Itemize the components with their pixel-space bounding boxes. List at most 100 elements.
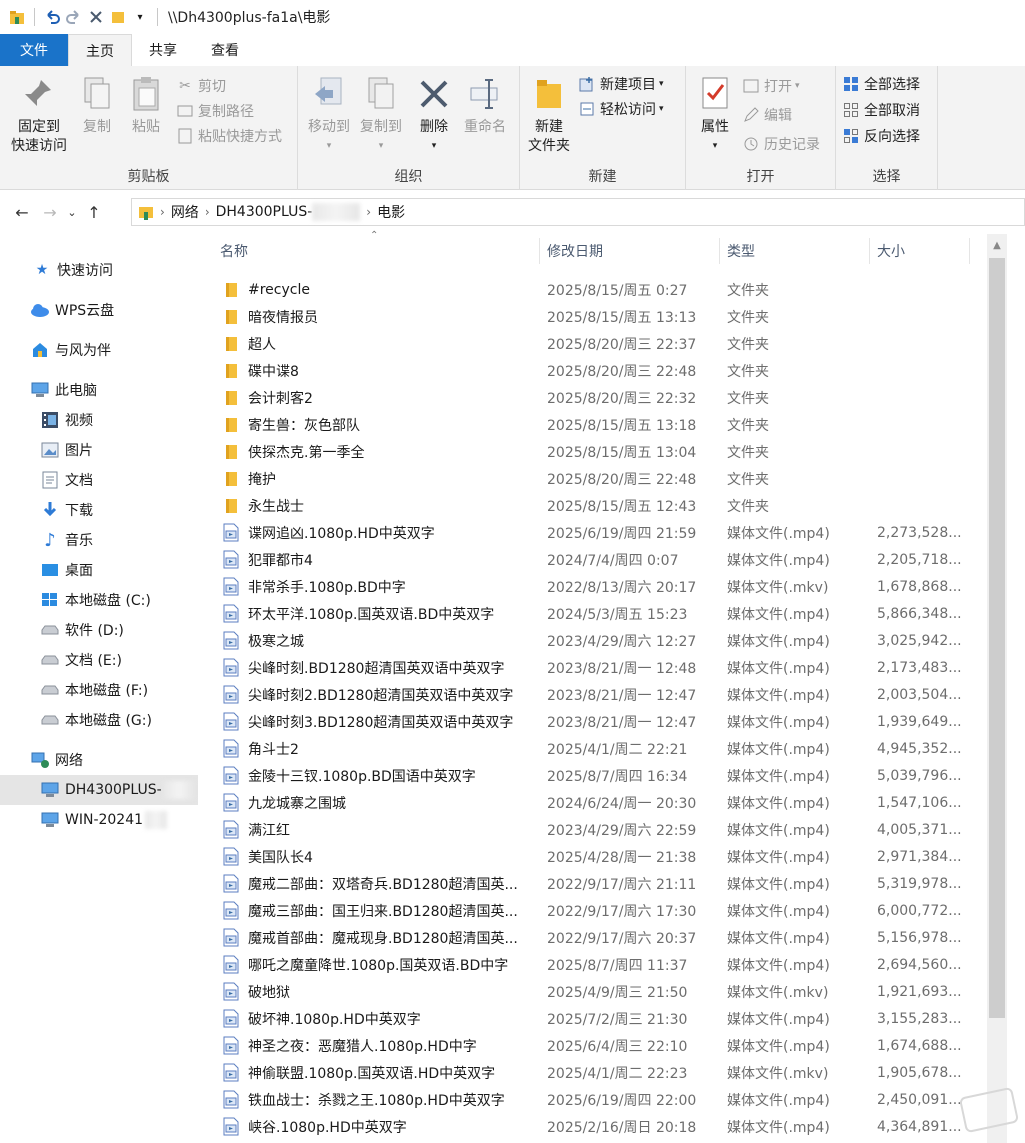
nav-network-dh4300plus[interactable]: DH4300PLUS- [0, 775, 198, 805]
breadcrumb-chevron-icon[interactable]: › [160, 205, 165, 219]
back-arrow-icon[interactable]: ← [8, 203, 36, 222]
nav-documents[interactable]: 文档 [0, 465, 198, 495]
folder-row[interactable]: 暗夜情报员 2025/8/15/周五 13:13 文件夹 [198, 303, 985, 330]
customize-dropdown-icon[interactable]: ▾ [129, 6, 151, 28]
scroll-thumb[interactable] [989, 258, 1005, 1018]
new-item-button[interactable]: 新建项目 ▾ [578, 74, 664, 94]
column-header-name[interactable]: 名称 [212, 234, 538, 268]
file-row[interactable]: 金陵十三钗.1080p.BD国语中英双字 2025/8/7/周四 16:34 媒体文… [198, 762, 985, 789]
file-row[interactable]: 美国队长4 2025/4/28/周一 21:38 媒体文件(.mp4) 2,971,3… [198, 843, 985, 870]
file-row[interactable]: 谍网追凶.1080p.HD中英双字 2025/6/19/周四 21:59 媒体文件(… [198, 519, 985, 546]
file-row[interactable]: 尖峰时刻.BD1280超清国英双语中英双字 2023/8/21/周一 12:48 媒… [198, 654, 985, 681]
nav-music[interactable]: ♪ 音乐 [0, 525, 198, 555]
folder-row[interactable]: 掩护 2025/8/20/周三 22:48 文件夹 [198, 465, 985, 492]
file-row[interactable]: 峡谷.1080p.HD中英双字 2025/2/16/周日 20:18 媒体文件(.m… [198, 1113, 985, 1140]
file-row[interactable]: 破坏神.1080p.HD中英双字 2025/7/2/周三 21:30 媒体文件(.m… [198, 1005, 985, 1032]
file-row[interactable]: 环太平洋.1080p.国英双语.BD中英双字 2024/5/3/周五 15:23 媒… [198, 600, 985, 627]
file-row[interactable]: 魔戒首部曲：魔戒现身.BD1280超清国英... 2022/9/17/周六 20:… [198, 924, 985, 951]
close-x-icon[interactable] [85, 6, 107, 28]
select-none-button[interactable]: 全部取消 [842, 100, 920, 120]
new-folder-button[interactable]: 新建 文件夹 [524, 76, 574, 156]
nav-yfwb[interactable]: 与风为伴 [0, 335, 198, 365]
file-row[interactable]: 满江红 2023/4/29/周六 22:59 媒体文件(.mp4) 4,005,371… [198, 816, 985, 843]
breadcrumb-movies[interactable]: 电影 [377, 202, 405, 222]
folder-row[interactable]: 侠探杰克.第一季全 2025/8/15/周五 13:04 文件夹 [198, 438, 985, 465]
folder-row[interactable]: 会计刺客2 2025/8/20/周三 22:32 文件夹 [198, 384, 985, 411]
file-row[interactable]: 魔戒二部曲：双塔奇兵.BD1280超清国英... 2022/9/17/周六 21:… [198, 870, 985, 897]
easy-access-button[interactable]: 轻松访问 ▾ [578, 99, 664, 119]
recent-locations-chevron-icon[interactable]: ⌄ [64, 206, 80, 219]
column-header-type[interactable]: 类型 [719, 234, 869, 268]
copy-path-button[interactable]: 复制路径 [176, 101, 254, 121]
breadcrumb-nas[interactable]: DH4300PLUS- [216, 204, 313, 220]
nav-drive-e[interactable]: 文档 (E:) [0, 645, 198, 675]
edit-button[interactable]: 编辑 [742, 105, 792, 125]
nav-downloads[interactable]: 下载 [0, 495, 198, 525]
file-row[interactable]: 九龙城寨之围城 2024/6/24/周一 20:30 媒体文件(.mp4) 1,547… [198, 789, 985, 816]
nav-drive-d[interactable]: 软件 (D:) [0, 615, 198, 645]
folder-row[interactable]: 寄生兽：灰色部队 2025/8/15/周五 13:18 文件夹 [198, 411, 985, 438]
folder-row[interactable]: 超人 2025/8/20/周三 22:37 文件夹 [198, 330, 985, 357]
properties-button[interactable]: 属性 ▾ [690, 76, 740, 156]
vertical-scrollbar[interactable]: ▲ [987, 234, 1007, 1143]
history-button[interactable]: 历史记录 [742, 134, 820, 154]
nav-wps-cloud[interactable]: WPS云盘 [0, 295, 198, 325]
address-bar[interactable]: › 网络 › DH4300PLUS- › 电影 [131, 198, 1025, 226]
move-to-button[interactable]: 移动到 ▾ [304, 76, 354, 156]
file-row[interactable]: 非常杀手.1080p.BD中字 2022/8/13/周六 20:17 媒体文件(.m… [198, 573, 985, 600]
nav-network[interactable]: 网络 [0, 745, 198, 775]
breadcrumb-network[interactable]: 网络 [171, 202, 199, 222]
file-row[interactable]: 铁血战士：杀戮之王.1080p.HD中英双字 2025/6/19/周四 22:00… [198, 1086, 985, 1113]
redo-icon[interactable] [63, 6, 85, 28]
breadcrumb-chevron-icon[interactable]: › [205, 205, 210, 219]
rename-button[interactable]: 重命名 [460, 76, 510, 137]
nav-pictures[interactable]: 图片 [0, 435, 198, 465]
tab-home[interactable]: 主页 [68, 34, 132, 66]
tab-view[interactable]: 查看 [194, 34, 256, 66]
paste-button[interactable]: 粘贴 [124, 76, 168, 137]
file-row[interactable]: 神圣之夜：恶魔猎人.1080p.HD中字 2025/6/4/周三 22:10 媒体文… [198, 1032, 985, 1059]
folder-row[interactable]: 永生战士 2025/8/15/周五 12:43 文件夹 [198, 492, 985, 519]
select-all-button[interactable]: 全部选择 [842, 74, 920, 94]
nav-this-pc[interactable]: 此电脑 [0, 375, 198, 405]
open-button[interactable]: 打开 ▾ [742, 76, 800, 96]
nav-quick-access[interactable]: ★ 快速访问 [0, 255, 198, 285]
invert-selection-button[interactable]: 反向选择 [842, 126, 920, 146]
nav-drive-c[interactable]: 本地磁盘 (C:) [0, 585, 198, 615]
file-row[interactable]: 破地狱 2025/4/9/周三 21:50 媒体文件(.mkv) 1,921,693.… [198, 978, 985, 1005]
file-row[interactable]: 尖峰时刻2.BD1280超清国英双语中英双字 2023/8/21/周一 12:47… [198, 681, 985, 708]
copy-button[interactable]: 复制 [76, 76, 118, 137]
open-label: 打开 [764, 79, 792, 95]
nav-videos[interactable]: 视频 [0, 405, 198, 435]
delete-button[interactable]: 删除 ▾ [414, 76, 454, 156]
file-row[interactable]: 魔戒三部曲：国王归来.BD1280超清国英... 2022/9/17/周六 17:… [198, 897, 985, 924]
forward-arrow-icon[interactable]: → [36, 203, 64, 222]
cut-button[interactable]: ✂ 剪切 [176, 76, 226, 96]
paste-shortcut-button[interactable]: 粘贴快捷方式 [176, 126, 282, 146]
explorer-app-icon[interactable] [6, 6, 28, 28]
undo-icon[interactable] [41, 6, 63, 28]
copy-to-button[interactable]: 复制到 ▾ [356, 76, 406, 156]
nav-desktop[interactable]: 桌面 [0, 555, 198, 585]
file-row[interactable]: 极寒之城 2023/4/29/周六 12:27 媒体文件(.mp4) 3,025,94… [198, 627, 985, 654]
column-header-date[interactable]: 修改日期 [539, 234, 719, 268]
folder-small-icon[interactable] [107, 6, 129, 28]
nav-drive-f[interactable]: 本地磁盘 (F:) [0, 675, 198, 705]
column-header-size[interactable]: 大小 [869, 234, 969, 268]
nav-drive-g[interactable]: 本地磁盘 (G:) [0, 705, 198, 735]
column-divider[interactable] [969, 238, 970, 264]
folder-row[interactable]: #recycle 2025/8/15/周五 0:27 文件夹 [198, 276, 985, 303]
nav-network-win[interactable]: WIN-20241 [0, 805, 198, 835]
tab-share[interactable]: 共享 [132, 34, 194, 66]
tab-file[interactable]: 文件 [0, 34, 68, 66]
up-arrow-icon[interactable]: ↑ [80, 203, 108, 222]
file-row[interactable]: 哪吒之魔童降世.1080p.国英双语.BD中字 2025/8/7/周四 11:37… [198, 951, 985, 978]
breadcrumb-chevron-icon[interactable]: › [366, 205, 371, 219]
pin-quick-access-button[interactable]: 固定到 快速访问 [6, 76, 72, 156]
file-row[interactable]: 尖峰时刻3.BD1280超清国英双语中英双字 2023/8/21/周一 12:47… [198, 708, 985, 735]
scroll-up-arrow-icon[interactable]: ▲ [987, 234, 1007, 256]
file-row[interactable]: 神偷联盟.1080p.国英双语.HD中英双字 2025/4/1/周二 22:23 媒… [198, 1059, 985, 1086]
file-row[interactable]: 犯罪都市4 2024/7/4/周四 0:07 媒体文件(.mp4) 2,205,718… [198, 546, 985, 573]
folder-row[interactable]: 碟中谍8 2025/8/20/周三 22:48 文件夹 [198, 357, 985, 384]
file-row[interactable]: 角斗士2 2025/4/1/周二 22:21 媒体文件(.mp4) 4,945,352… [198, 735, 985, 762]
